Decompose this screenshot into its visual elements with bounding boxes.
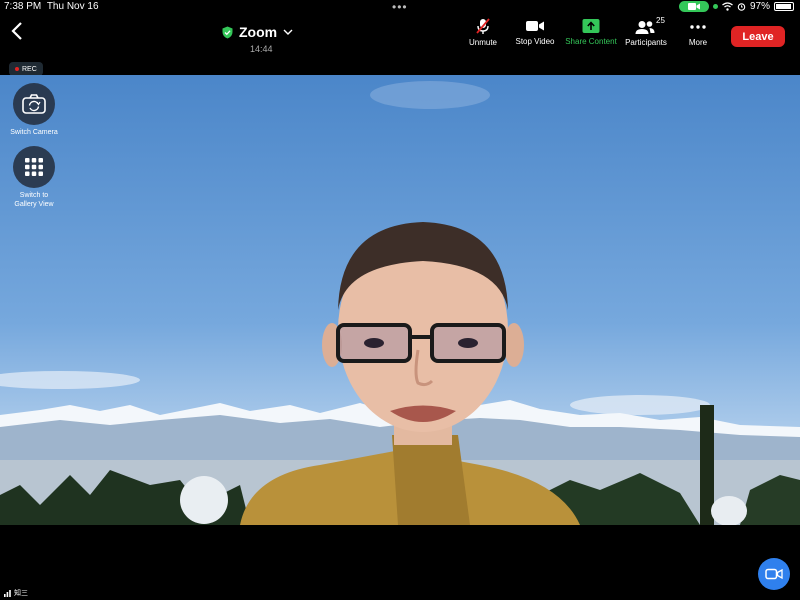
network-indicator: 知三 <box>4 588 28 598</box>
chevron-left-icon <box>11 22 22 40</box>
stop-video-label: Stop Video <box>515 37 555 46</box>
video-camera-icon <box>526 21 544 31</box>
camera-in-use-indicator <box>678 1 709 12</box>
participants-icon <box>635 21 655 34</box>
participant-video-image <box>0 81 800 525</box>
more-label: More <box>688 38 708 47</box>
record-dot-icon <box>15 67 19 71</box>
alarm-icon <box>737 3 746 11</box>
switch-camera-label: Switch Camera <box>10 129 58 136</box>
status-time: 7:38 PM Thu Nov 16 <box>4 1 99 12</box>
meeting-top-bar: Zoom 14:44 Unmute Stop Video Share Conte… <box>0 14 800 56</box>
meeting-title-text: Zoom <box>239 24 278 40</box>
meeting-title[interactable]: Zoom <box>222 24 293 40</box>
multitasking-dots[interactable]: ••• <box>392 0 408 14</box>
participants-label: Participants <box>625 38 667 47</box>
meeting-timer: 14:44 <box>250 44 273 54</box>
status-bar: 7:38 PM Thu Nov 16 ••• 97% <box>0 0 800 14</box>
switch-camera-button[interactable]: Switch Camera <box>4 83 64 137</box>
signal-bars-icon <box>4 589 11 597</box>
video-feed: Switch Camera Switch to Gallery View <box>0 75 800 525</box>
status-right: 97% <box>678 1 794 12</box>
video-toggle-button[interactable] <box>758 558 790 590</box>
more-button[interactable]: More <box>668 18 728 47</box>
chevron-down-icon <box>283 29 293 35</box>
green-dot-icon <box>712 4 718 9</box>
participants-count: 25 <box>656 16 665 25</box>
participant-name-label: 知三 <box>14 590 28 597</box>
grid-icon <box>25 158 43 176</box>
microphone-muted-icon <box>476 18 490 34</box>
unmute-label: Unmute <box>468 38 497 47</box>
gallery-view-label: Switch to Gallery View <box>14 192 54 208</box>
recording-label: REC <box>22 65 37 73</box>
participants-button[interactable]: 25 Participants <box>616 16 676 47</box>
share-content-label: Share Content <box>565 37 617 46</box>
leave-button[interactable]: Leave <box>731 26 785 47</box>
wifi-icon <box>722 2 733 11</box>
shield-check-icon <box>222 26 233 38</box>
gallery-view-button[interactable]: Switch to Gallery View <box>4 146 64 209</box>
recording-badge: REC <box>9 62 43 76</box>
switch-camera-icon <box>22 94 46 114</box>
more-dots-icon <box>690 25 706 29</box>
battery-icon <box>774 2 794 11</box>
battery-percent: 97% <box>749 1 770 12</box>
stop-video-button[interactable]: Stop Video <box>505 18 565 46</box>
unmute-button[interactable]: Unmute <box>453 18 513 47</box>
video-camera-icon <box>765 568 783 580</box>
back-button[interactable] <box>10 21 28 45</box>
share-screen-icon <box>582 19 600 33</box>
share-content-button[interactable]: Share Content <box>561 18 621 46</box>
